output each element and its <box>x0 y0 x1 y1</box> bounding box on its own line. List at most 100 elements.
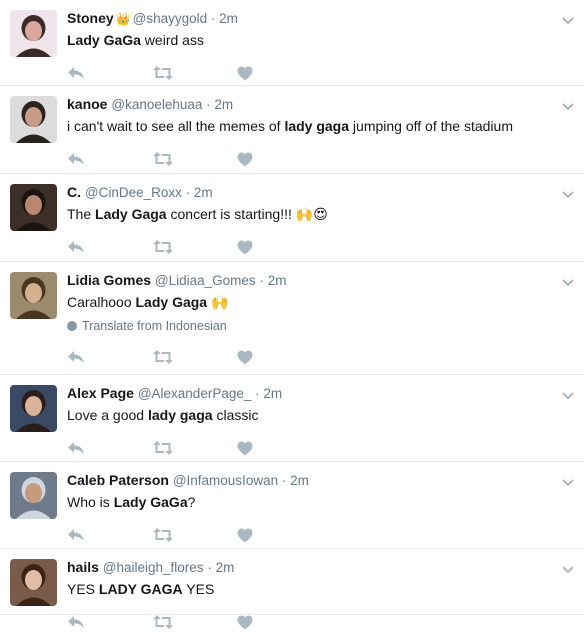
handle[interactable]: @InfamousIowan <box>173 473 278 488</box>
like-button[interactable] <box>237 66 322 81</box>
tweet-menu-button[interactable] <box>562 561 574 579</box>
reply-button[interactable] <box>67 440 152 456</box>
text-segment: The <box>67 206 96 222</box>
handle[interactable]: @CinDee_Roxx <box>85 185 182 200</box>
tweet[interactable]: Alex Page @AlexanderPage_ · 2m Love a goo… <box>0 375 584 462</box>
retweet-button[interactable] <box>152 65 237 81</box>
fullname[interactable]: Lidia Gomes <box>67 272 151 288</box>
avatar[interactable] <box>10 96 57 143</box>
retweet-button[interactable] <box>152 614 237 630</box>
reply-button[interactable] <box>67 614 152 630</box>
text-segment: jumping off of the stadium <box>349 118 513 134</box>
retweet-button[interactable] <box>152 527 237 543</box>
separator-dot: · <box>278 473 291 488</box>
translate-label[interactable]: Translate from Indonesian <box>82 318 227 334</box>
tweet[interactable]: hails @haileigh_flores · 2m YES LADY GAGA… <box>0 549 584 629</box>
separator-dot: · <box>202 97 215 112</box>
avatar[interactable] <box>10 184 57 231</box>
text-segment: YES <box>67 581 99 597</box>
timestamp[interactable]: 2m <box>268 273 287 288</box>
avatar[interactable] <box>10 385 57 432</box>
reply-button[interactable] <box>67 151 152 167</box>
reply-button[interactable] <box>67 65 152 81</box>
reply-button[interactable] <box>67 239 152 255</box>
retweet-button[interactable] <box>152 239 237 255</box>
tweet-menu-button[interactable] <box>562 387 574 405</box>
text-segment: Caralhooo <box>67 294 136 310</box>
reply-button[interactable] <box>67 527 152 543</box>
retweet-button[interactable] <box>152 151 237 167</box>
tweet-text: Caralhooo Lady Gaga 🙌 <box>67 292 572 312</box>
retweet-icon <box>153 240 173 254</box>
tweet-text: YES LADY GAGA YES <box>67 579 572 599</box>
retweet-button[interactable] <box>152 349 237 365</box>
retweet-button[interactable] <box>152 440 237 456</box>
timestamp[interactable]: 2m <box>290 473 309 488</box>
text-segment: 🙌 <box>207 294 229 310</box>
highlighted-keyword: lady gaga <box>147 407 213 423</box>
tweet-menu-button[interactable] <box>562 274 574 292</box>
tweet-text: i can't wait to see all the memes of lad… <box>67 116 572 136</box>
heart-icon <box>237 350 253 364</box>
handle[interactable]: @shayygold <box>133 11 208 26</box>
tweet-header: Alex Page @AlexanderPage_ · 2m <box>67 384 572 403</box>
heart-icon <box>237 615 253 629</box>
tweet-actions <box>67 605 572 639</box>
text-segment: i can't wait to see all the memes of <box>67 118 285 134</box>
like-button[interactable] <box>237 152 322 167</box>
chevron-down-icon <box>562 566 574 574</box>
avatar[interactable] <box>10 272 57 319</box>
tweet[interactable]: kanoe @kanoelehuaa · 2m i can't wait to s… <box>0 86 584 174</box>
translate-link[interactable]: Translate from Indonesian <box>67 318 572 334</box>
handle[interactable]: @kanoelehuaa <box>111 97 202 112</box>
avatar[interactable] <box>10 472 57 519</box>
highlighted-keyword: LADY GAGA <box>98 581 183 597</box>
fullname[interactable]: Caleb Paterson <box>67 472 169 488</box>
timestamp[interactable]: 2m <box>194 185 213 200</box>
tweet-actions <box>67 142 572 176</box>
tweet-menu-button[interactable] <box>562 186 574 204</box>
chevron-down-icon <box>562 191 574 199</box>
highlighted-keyword: Lady Gaga <box>95 206 167 222</box>
tweet[interactable]: Stoney 👑 @shayygold · 2m Lady GaGa weird … <box>0 0 584 86</box>
tweet-header: kanoe @kanoelehuaa · 2m <box>67 95 572 114</box>
like-button[interactable] <box>237 441 322 456</box>
retweet-icon <box>153 441 173 455</box>
tweet-menu-button[interactable] <box>562 98 574 116</box>
tweet-menu-button[interactable] <box>562 474 574 492</box>
handle[interactable]: @haileigh_flores <box>103 560 204 575</box>
timestamp[interactable]: 2m <box>219 11 238 26</box>
tweet-header: Caleb Paterson @InfamousIowan · 2m <box>67 471 572 490</box>
reply-icon <box>68 241 84 253</box>
fullname[interactable]: Stoney <box>67 10 114 26</box>
tweet-header: C. @CinDee_Roxx · 2m <box>67 183 572 202</box>
timestamp[interactable]: 2m <box>216 560 235 575</box>
timestamp[interactable]: 2m <box>263 386 282 401</box>
like-button[interactable] <box>237 350 322 365</box>
timestamp[interactable]: 2m <box>214 97 233 112</box>
heart-icon <box>237 66 253 80</box>
text-segment: Love a good <box>67 407 148 423</box>
tweet[interactable]: C. @CinDee_Roxx · 2m The Lady Gaga concer… <box>0 174 584 262</box>
avatar[interactable] <box>10 559 57 606</box>
fullname[interactable]: kanoe <box>67 96 107 112</box>
highlighted-keyword: Lady Gaga <box>135 294 208 310</box>
reply-button[interactable] <box>67 349 152 365</box>
handle[interactable]: @AlexanderPage_ <box>138 386 252 401</box>
handle[interactable]: @Lidiaa_Gomes <box>155 273 256 288</box>
tweet[interactable]: Caleb Paterson @InfamousIowan · 2m Who is… <box>0 462 584 549</box>
retweet-icon <box>153 152 173 166</box>
chevron-down-icon <box>562 103 574 111</box>
fullname[interactable]: C. <box>67 184 81 200</box>
fullname[interactable]: Alex Page <box>67 385 134 401</box>
like-button[interactable] <box>237 615 322 630</box>
avatar[interactable] <box>10 10 57 57</box>
tweet[interactable]: Lidia Gomes @Lidiaa_Gomes · 2m Caralhooo … <box>0 262 584 375</box>
reply-icon <box>68 153 84 165</box>
like-button[interactable] <box>237 240 322 255</box>
tweet-actions <box>67 340 572 374</box>
fullname[interactable]: hails <box>67 559 99 575</box>
tweet-menu-button[interactable] <box>562 12 574 30</box>
reply-icon <box>68 351 84 363</box>
like-button[interactable] <box>237 528 322 543</box>
